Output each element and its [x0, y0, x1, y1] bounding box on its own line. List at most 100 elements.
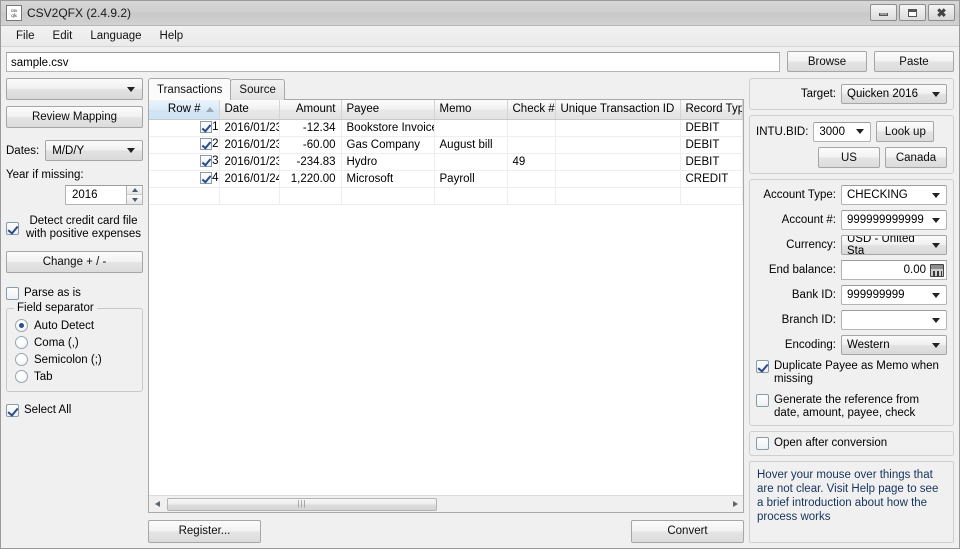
radio-semicolon[interactable] [15, 353, 28, 366]
scrollbar-thumb[interactable]: ||| [167, 497, 437, 511]
open-after-row[interactable]: Open after conversion [756, 437, 947, 450]
encoding-combo[interactable]: Western [841, 335, 947, 355]
parse-as-is-row[interactable]: Parse as is [6, 287, 143, 300]
intubid-combo[interactable]: 3000 [813, 121, 872, 142]
radio-tab[interactable] [15, 370, 28, 383]
open-after-checkbox[interactable] [756, 437, 769, 450]
cell-empty [341, 187, 435, 205]
row-select-cell[interactable]: 2 [149, 136, 220, 154]
tab-transactions[interactable]: Transactions [148, 78, 232, 100]
row-select-cell[interactable]: 3 [149, 153, 220, 171]
select-all-row[interactable]: Select All [6, 404, 143, 417]
cell-empty [680, 187, 743, 205]
browse-button[interactable]: Browse [787, 51, 867, 72]
left-options-panel: Review Mapping Dates: M/D/Y Year if miss… [6, 78, 148, 543]
paste-button[interactable]: Paste [874, 51, 954, 72]
year-decrement-button[interactable] [126, 195, 142, 204]
dates-format-combo[interactable]: M/D/Y [45, 140, 143, 161]
row-number: 1 [212, 121, 219, 134]
cell-payee: Microsoft [341, 170, 435, 188]
radio-auto-detect[interactable] [15, 319, 28, 332]
grip-icon: ||| [297, 499, 307, 508]
table-row-empty [149, 187, 743, 205]
menu-edit[interactable]: Edit [44, 28, 82, 44]
account-type-label: Account Type: [763, 189, 836, 201]
menu-language[interactable]: Language [81, 28, 150, 44]
country-buttons-row: US Canada [756, 147, 947, 168]
year-spinner[interactable]: 2016 [65, 185, 143, 205]
end-balance-field[interactable]: 0.00 [841, 260, 947, 280]
tab-source[interactable]: Source [230, 79, 285, 100]
register-button[interactable]: Register... [148, 519, 261, 543]
column-header-row-number[interactable]: Row # [149, 100, 220, 120]
duplicate-payee-row[interactable]: Duplicate Payee as Memo when missing [756, 360, 947, 386]
change-sign-button[interactable]: Change + / - [6, 251, 143, 273]
menu-help[interactable]: Help [151, 28, 193, 44]
cell-empty [219, 187, 280, 205]
window-controls: ✖ [870, 4, 955, 21]
separator-option-semicolon[interactable]: Semicolon (;) [15, 351, 136, 368]
column-header-date[interactable]: Date [219, 100, 280, 120]
column-header-amount[interactable]: Amount [279, 100, 342, 120]
minimize-button[interactable] [870, 4, 897, 21]
cell-check-number [507, 136, 556, 154]
row-number: 4 [212, 172, 219, 185]
column-header-payee[interactable]: Payee [341, 100, 435, 120]
canada-button[interactable]: Canada [885, 147, 947, 168]
calculator-icon[interactable] [930, 263, 944, 277]
cell-memo [434, 153, 508, 171]
maximize-button[interactable] [899, 4, 926, 21]
mapping-combo[interactable] [6, 78, 143, 100]
parse-as-is-checkbox[interactable] [6, 287, 19, 300]
table-row[interactable]: 4 2016/01/24 1,220.00 Microsoft Payroll … [149, 170, 743, 188]
scroll-right-button[interactable] [727, 497, 743, 512]
table-row[interactable]: 3 2016/01/23 -234.83 Hydro 49 DEBIT [149, 153, 743, 171]
cell-unique-transaction-id [555, 170, 681, 188]
table-row[interactable]: 2 2016/01/23 -60.00 Gas Company August b… [149, 136, 743, 154]
column-header-unique-transaction-id[interactable]: Unique Transaction ID [555, 100, 681, 120]
detect-credit-card-row[interactable]: Detect credit card file with positive ex… [6, 215, 143, 241]
select-all-checkbox[interactable] [6, 404, 19, 417]
scrollbar-track[interactable]: ||| [165, 497, 727, 512]
review-mapping-button[interactable]: Review Mapping [6, 106, 143, 128]
bank-id-combo[interactable]: 999999999 [841, 285, 947, 305]
detect-credit-card-checkbox[interactable] [6, 221, 19, 235]
radio-comma[interactable] [15, 336, 28, 349]
branch-id-combo[interactable] [841, 310, 947, 330]
branch-id-row: Branch ID: [756, 310, 947, 330]
column-header-memo[interactable]: Memo [434, 100, 508, 120]
currency-combo[interactable]: USD - United Sta [841, 235, 947, 255]
row-select-checkbox[interactable] [200, 155, 213, 168]
separator-label-semicolon: Semicolon (;) [34, 353, 102, 366]
row-select-checkbox[interactable] [200, 121, 213, 134]
row-select-checkbox[interactable] [200, 138, 213, 151]
account-number-combo[interactable]: 999999999999 [841, 210, 947, 230]
generate-reference-row[interactable]: Generate the reference from date, amount… [756, 394, 947, 420]
table-row[interactable]: 1 2016/01/23 -12.34 Bookstore Invoice DE… [149, 119, 743, 137]
file-path-input[interactable]: sample.csv [6, 51, 780, 72]
triangle-right-icon [732, 501, 738, 507]
column-header-record-type[interactable]: Record Type [680, 100, 743, 120]
account-type-combo[interactable]: CHECKING [841, 185, 947, 205]
horizontal-scrollbar[interactable]: ||| [149, 495, 743, 512]
target-combo[interactable]: Quicken 2016 [841, 84, 947, 104]
menu-file[interactable]: File [7, 28, 44, 44]
year-increment-button[interactable] [126, 186, 142, 195]
cell-empty [279, 187, 342, 205]
row-select-checkbox[interactable] [200, 172, 213, 185]
scroll-left-button[interactable] [149, 497, 165, 512]
account-number-label: Account #: [781, 214, 836, 226]
row-select-cell[interactable]: 1 [149, 119, 220, 137]
duplicate-payee-checkbox[interactable] [756, 360, 769, 373]
row-select-cell[interactable]: 4 [149, 170, 220, 188]
us-button[interactable]: US [818, 147, 880, 168]
separator-option-tab[interactable]: Tab [15, 368, 136, 385]
column-header-check-number[interactable]: Check # [507, 100, 556, 120]
table-body: 1 2016/01/23 -12.34 Bookstore Invoice DE… [149, 119, 743, 205]
lookup-button[interactable]: Look up [876, 121, 935, 142]
close-button[interactable]: ✖ [928, 4, 955, 21]
generate-reference-checkbox[interactable] [756, 394, 769, 407]
separator-option-comma[interactable]: Coma (,) [15, 334, 136, 351]
convert-button[interactable]: Convert [631, 519, 744, 543]
separator-option-auto-detect[interactable]: Auto Detect [15, 317, 136, 334]
